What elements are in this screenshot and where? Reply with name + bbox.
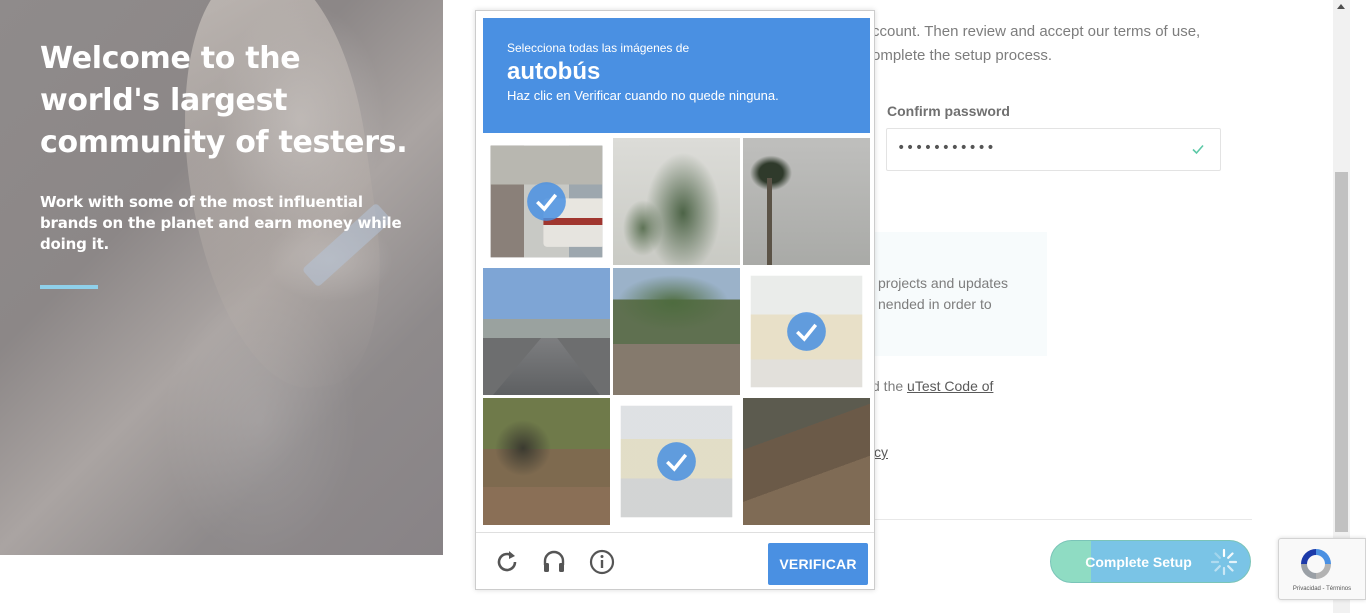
recaptcha-badge[interactable]: Privacidad - Términos — [1278, 538, 1366, 600]
selected-check-icon — [787, 312, 826, 351]
tile-image — [613, 268, 740, 395]
reload-icon[interactable] — [493, 548, 521, 576]
code-of-conduct-text: d the uTest Code of — [872, 378, 993, 394]
tile-image — [613, 138, 740, 265]
tile-image — [743, 398, 870, 525]
selected-check-icon — [657, 442, 696, 481]
hero-accent-line — [40, 285, 98, 289]
page: Welcome to the world's largest community… — [0, 0, 1366, 613]
palm-trunk-shape — [767, 178, 772, 265]
recaptcha-links[interactable]: Privacidad - Términos — [1279, 586, 1365, 592]
scrollbar-thumb[interactable] — [1335, 172, 1348, 532]
complete-setup-button[interactable]: Complete Setup — [1050, 540, 1251, 583]
hero-panel: Welcome to the world's largest community… — [0, 0, 443, 555]
tile-image — [483, 398, 610, 525]
challenge-keyword: autobús — [507, 58, 601, 85]
hero-title: Welcome to the world's largest community… — [40, 41, 408, 160]
form-divider — [872, 519, 1252, 520]
image-tile[interactable] — [613, 138, 740, 265]
image-tile[interactable] — [483, 398, 610, 525]
image-tile[interactable] — [620, 405, 733, 518]
scroll-up-arrow-icon[interactable] — [1337, 4, 1345, 9]
challenge-prompt: Selecciona todas las imágenes de — [507, 41, 690, 55]
selected-check-icon — [527, 182, 566, 221]
image-tile[interactable] — [490, 145, 603, 258]
code-of-conduct-link[interactable]: uTest Code of — [907, 378, 993, 394]
image-tile[interactable] — [743, 138, 870, 265]
code-of-conduct-prefix: d the — [872, 378, 908, 394]
challenge-instruction: Haz clic en Verificar cuando no quede ni… — [507, 88, 779, 103]
info-text: projects and updates nended in order to — [878, 275, 1008, 312]
check-icon — [1192, 144, 1204, 155]
confirm-password-label: Confirm password — [887, 103, 1010, 119]
challenge-header: Selecciona todas las imágenes de autobús… — [483, 18, 870, 133]
hero-subtitle: Work with some of the most influential b… — [40, 193, 402, 253]
image-tile[interactable] — [483, 268, 610, 395]
image-grid — [483, 138, 870, 525]
info-icon[interactable] — [588, 548, 616, 576]
privacy-link[interactable]: cy — [874, 444, 888, 460]
recaptcha-challenge-dialog: Selecciona todas las imágenes de autobús… — [475, 10, 875, 590]
audio-icon[interactable] — [540, 548, 568, 576]
image-tile[interactable] — [613, 268, 740, 395]
image-tile[interactable] — [743, 398, 870, 525]
confirm-password-field[interactable]: ••••••••••• — [886, 128, 1221, 171]
image-tile[interactable] — [750, 275, 863, 388]
challenge-footer: VERIFICAR — [476, 532, 874, 590]
setup-intro-text: ccount. Then review and accept our terms… — [872, 23, 1201, 64]
recaptcha-logo-icon — [1301, 549, 1331, 579]
complete-setup-label: Complete Setup — [1085, 554, 1192, 570]
verify-button[interactable]: VERIFICAR — [768, 543, 868, 585]
loading-spinner-icon — [1210, 548, 1238, 576]
palm-fronds-shape — [743, 143, 803, 203]
